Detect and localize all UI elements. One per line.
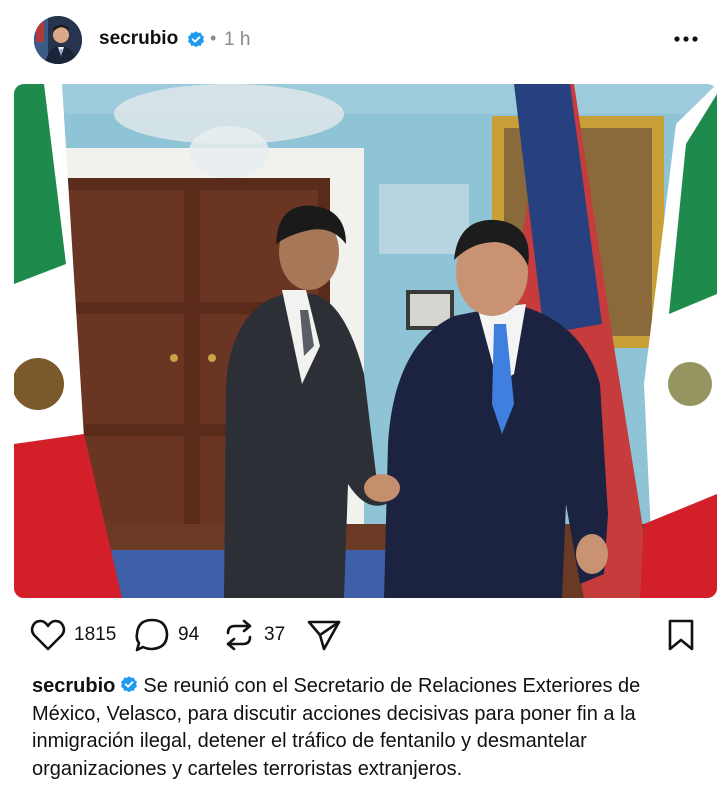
post-caption: secrubio Se reunió con el Secretario de … xyxy=(32,673,692,783)
like-count: 1815 xyxy=(74,624,117,645)
more-horizontal-icon[interactable] xyxy=(670,24,702,54)
username[interactable]: secrubio xyxy=(99,28,178,50)
bookmark-button[interactable] xyxy=(666,612,696,658)
comment-count: 94 xyxy=(178,624,200,645)
avatar[interactable] xyxy=(34,16,82,64)
share-button[interactable] xyxy=(306,612,342,658)
verified-badge-icon xyxy=(188,31,204,48)
comment-button[interactable]: 94 xyxy=(134,612,199,658)
post-time[interactable]: 1 h xyxy=(224,29,250,51)
repost-count: 37 xyxy=(264,624,286,645)
like-button[interactable]: 1815 xyxy=(30,612,116,658)
post-header: secrubio • 1 h xyxy=(0,0,728,82)
separator-dot: • xyxy=(210,28,217,48)
post-image[interactable] xyxy=(14,84,717,598)
verified-badge-icon xyxy=(121,676,138,693)
send-icon xyxy=(307,620,341,651)
repost-button[interactable]: 37 xyxy=(222,612,285,658)
caption-username[interactable]: secrubio xyxy=(32,675,115,697)
heart-icon xyxy=(30,619,66,651)
action-bar: 1815 94 37 xyxy=(0,612,728,660)
repost-icon xyxy=(226,619,252,651)
comment-icon xyxy=(135,618,169,652)
bookmark-icon xyxy=(668,619,694,651)
